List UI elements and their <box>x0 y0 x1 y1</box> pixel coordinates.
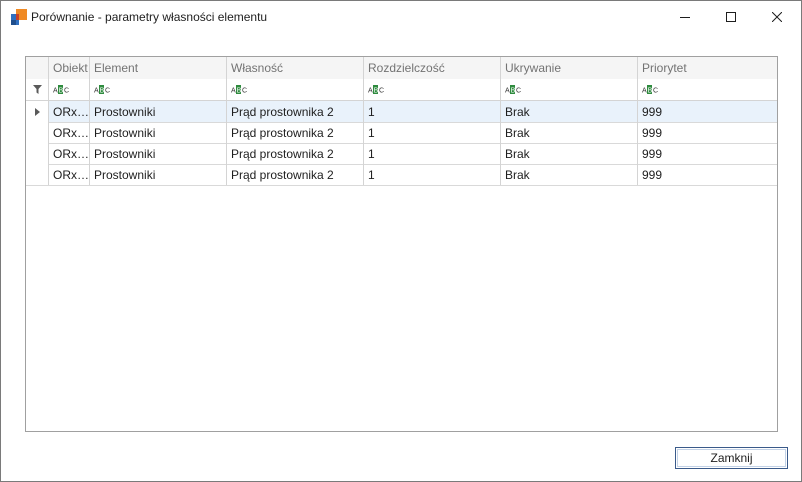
svg-text:C: C <box>105 88 110 95</box>
svg-text:C: C <box>242 88 247 95</box>
cell-element[interactable]: Prostowniki <box>90 143 227 164</box>
close-window-button[interactable] <box>754 1 800 32</box>
cell-obiekt[interactable]: ORx… <box>49 143 90 164</box>
maximize-icon <box>726 11 736 22</box>
column-header-obiekt[interactable]: Obiekt <box>49 57 90 79</box>
cell-priorytet[interactable]: 999 <box>638 164 777 185</box>
window-title: Porównanie - parametry własności element… <box>31 10 268 24</box>
svg-text:C: C <box>64 88 69 95</box>
comparison-grid[interactable]: Obiekt Element Własność Rozdzielczość Uk… <box>25 56 778 432</box>
cell-rozdzielczosc[interactable]: 1 <box>364 143 501 164</box>
svg-text:B: B <box>59 88 64 95</box>
dialog-window: Porównanie - parametry własności element… <box>0 0 802 482</box>
cell-priorytet[interactable]: 999 <box>638 143 777 164</box>
row-indicator[interactable] <box>26 122 49 143</box>
cell-wlasnosc[interactable]: Prąd prostownika 2 <box>227 164 364 185</box>
abc-text-filter-icon: ABC <box>231 85 247 94</box>
svg-text:B: B <box>648 88 653 95</box>
table-row[interactable]: ORx… Prostowniki Prąd prostownika 2 1 Br… <box>26 122 777 144</box>
column-header-wlasnosc[interactable]: Własność <box>227 57 364 79</box>
svg-text:C: C <box>653 88 658 95</box>
cell-obiekt[interactable]: ORx… <box>49 122 90 143</box>
cell-element[interactable]: Prostowniki <box>90 101 227 122</box>
filter-cell-rozdzielczosc[interactable]: ABC <box>364 79 501 100</box>
svg-text:A: A <box>53 88 58 95</box>
cell-element[interactable]: Prostowniki <box>90 122 227 143</box>
cell-obiekt[interactable]: ORx… <box>49 164 90 185</box>
cell-obiekt[interactable]: ORx… <box>49 101 90 122</box>
filter-icon <box>32 85 42 94</box>
cell-ukrywanie[interactable]: Brak <box>501 101 638 122</box>
svg-text:A: A <box>642 88 647 95</box>
auto-filter-row: ABC ABC ABC ABC ABC ABC <box>26 79 777 101</box>
title-bar[interactable]: Porównanie - parametry własności element… <box>1 1 801 32</box>
filter-cell-priorytet[interactable]: ABC <box>638 79 777 100</box>
cell-rozdzielczosc[interactable]: 1 <box>364 164 501 185</box>
table-row[interactable]: ORx… Prostowniki Prąd prostownika 2 1 Br… <box>26 101 777 123</box>
cell-ukrywanie[interactable]: Brak <box>501 122 638 143</box>
abc-text-filter-icon: ABC <box>642 85 658 94</box>
filter-cell-element[interactable]: ABC <box>90 79 227 100</box>
column-header-priorytet[interactable]: Priorytet <box>638 57 777 79</box>
close-button[interactable]: Zamknij <box>675 447 788 469</box>
cell-element[interactable]: Prostowniki <box>90 164 227 185</box>
svg-text:C: C <box>516 88 521 95</box>
column-header-element[interactable]: Element <box>90 57 227 79</box>
svg-text:B: B <box>237 88 242 95</box>
column-header-ukrywanie[interactable]: Ukrywanie <box>501 57 638 79</box>
cell-wlasnosc[interactable]: Prąd prostownika 2 <box>227 101 364 122</box>
table-row[interactable]: ORx… Prostowniki Prąd prostownika 2 1 Br… <box>26 164 777 186</box>
app-logo-icon <box>11 9 27 25</box>
svg-text:C: C <box>379 88 384 95</box>
close-icon <box>772 11 782 22</box>
filter-cell-wlasnosc[interactable]: ABC <box>227 79 364 100</box>
cell-priorytet[interactable]: 999 <box>638 101 777 122</box>
row-indicator[interactable] <box>26 164 49 185</box>
row-indicator[interactable] <box>26 143 49 164</box>
cell-rozdzielczosc[interactable]: 1 <box>364 101 501 122</box>
cell-wlasnosc[interactable]: Prąd prostownika 2 <box>227 143 364 164</box>
filter-row-indicator[interactable] <box>26 79 49 100</box>
svg-text:A: A <box>368 88 373 95</box>
abc-text-filter-icon: ABC <box>53 85 69 94</box>
abc-text-filter-icon: ABC <box>505 85 521 94</box>
column-header-rozdzielczosc[interactable]: Rozdzielczość <box>364 57 501 79</box>
cell-rozdzielczosc[interactable]: 1 <box>364 122 501 143</box>
table-row[interactable]: ORx… Prostowniki Prąd prostownika 2 1 Br… <box>26 143 777 165</box>
svg-text:B: B <box>100 88 105 95</box>
svg-text:A: A <box>94 88 99 95</box>
minimize-icon <box>680 16 690 18</box>
svg-text:A: A <box>231 88 236 95</box>
minimize-button[interactable] <box>662 1 708 32</box>
cell-wlasnosc[interactable]: Prąd prostownika 2 <box>227 122 364 143</box>
row-indicator[interactable] <box>26 101 49 122</box>
filter-cell-ukrywanie[interactable]: ABC <box>501 79 638 100</box>
maximize-button[interactable] <box>708 1 754 32</box>
abc-text-filter-icon: ABC <box>94 85 110 94</box>
header-indicator-cell <box>26 57 49 79</box>
svg-text:A: A <box>505 88 510 95</box>
abc-text-filter-icon: ABC <box>368 85 384 94</box>
row-focus-arrow-icon <box>34 107 40 116</box>
cell-priorytet[interactable]: 999 <box>638 122 777 143</box>
filter-cell-obiekt[interactable]: ABC <box>49 79 90 100</box>
cell-ukrywanie[interactable]: Brak <box>501 143 638 164</box>
svg-text:B: B <box>374 88 379 95</box>
close-button-label: Zamknij <box>677 449 786 467</box>
cell-ukrywanie[interactable]: Brak <box>501 164 638 185</box>
grid-header-row: Obiekt Element Własność Rozdzielczość Uk… <box>26 57 777 80</box>
svg-text:B: B <box>511 88 516 95</box>
